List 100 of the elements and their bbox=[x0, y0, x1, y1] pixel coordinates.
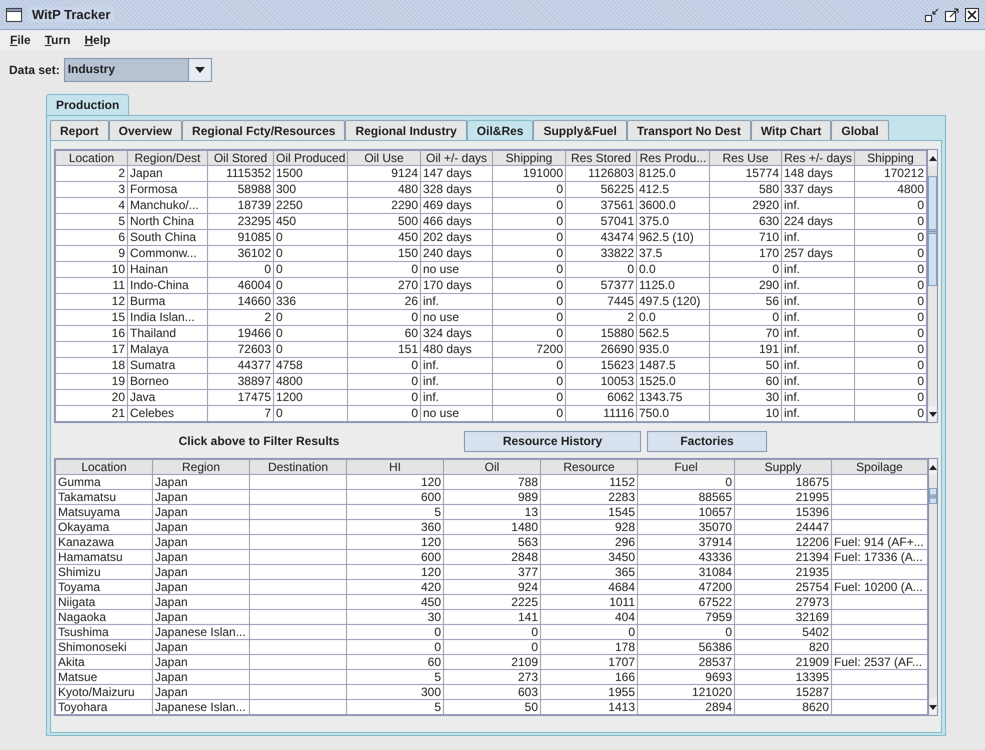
table-cell: 5 bbox=[346, 670, 444, 684]
table-cell: 1200 bbox=[274, 390, 348, 406]
table-cell: 0 bbox=[492, 198, 566, 214]
column-header[interactable]: Resource bbox=[540, 460, 638, 474]
menu-item[interactable]: Turn bbox=[44, 33, 70, 47]
table-cell: 0 bbox=[540, 624, 638, 640]
table-cell: 0 bbox=[492, 278, 566, 294]
column-header[interactable]: Shipping bbox=[854, 150, 926, 166]
column-header[interactable]: Res Use bbox=[710, 150, 782, 166]
table-cell: no use bbox=[420, 262, 492, 278]
tab[interactable]: Regional Fcty/Resources bbox=[182, 120, 346, 140]
column-header[interactable]: Oil Stored bbox=[208, 150, 274, 166]
table-cell: 170212 bbox=[854, 166, 926, 182]
table-cell: Japanese Islan... bbox=[152, 624, 250, 640]
column-header[interactable]: Res +/- days bbox=[782, 150, 854, 166]
column-header[interactable]: Region bbox=[152, 460, 250, 474]
table-cell: 30 bbox=[346, 610, 444, 624]
tab[interactable]: Overview bbox=[108, 120, 182, 140]
table-cell: 0 bbox=[854, 358, 926, 374]
table-cell: Borneo bbox=[128, 374, 208, 390]
dataset-dropdown[interactable]: Industry bbox=[64, 58, 212, 82]
menu-item[interactable]: Help bbox=[84, 33, 110, 47]
table-cell: 4800 bbox=[274, 374, 348, 390]
table-cell: Nagaoka bbox=[56, 610, 152, 624]
table-cell: 1126803 bbox=[566, 166, 636, 182]
table-cell: Japan bbox=[152, 580, 250, 594]
column-header[interactable]: Region/Dest bbox=[128, 150, 208, 166]
table-cell: 5 bbox=[346, 700, 444, 714]
table-cell: 120 bbox=[346, 564, 444, 580]
table-cell: 88565 bbox=[638, 490, 734, 504]
table-cell: 1500 bbox=[274, 166, 348, 182]
table-cell: 18 bbox=[56, 358, 128, 374]
table-cell: inf. bbox=[420, 294, 492, 310]
table-cell: Java bbox=[128, 390, 208, 406]
table-cell: 365 bbox=[540, 564, 638, 580]
column-header[interactable]: Fuel bbox=[638, 460, 734, 474]
minimize-icon[interactable] bbox=[925, 8, 939, 22]
column-header[interactable]: Destination bbox=[250, 460, 346, 474]
scroll-up-icon[interactable] bbox=[928, 156, 936, 160]
tab[interactable]: Oil&Res bbox=[466, 120, 534, 140]
table-cell: 928 bbox=[540, 520, 638, 534]
scroll-thumb[interactable] bbox=[929, 488, 937, 504]
table-cell: 404 bbox=[540, 610, 638, 624]
table-cell: 58988 bbox=[208, 182, 274, 198]
scroll-up-icon[interactable] bbox=[929, 464, 937, 470]
column-header[interactable]: Res Stored bbox=[566, 150, 636, 166]
table-cell: 0 bbox=[854, 342, 926, 358]
table-cell: 924 bbox=[444, 580, 540, 594]
table-cell: 4684 bbox=[540, 580, 638, 594]
column-header[interactable]: Oil bbox=[444, 460, 540, 474]
table-cell: 60 bbox=[346, 654, 444, 670]
table-cell: 257 days bbox=[782, 246, 854, 262]
table-cell: 0 bbox=[854, 294, 926, 310]
column-header[interactable]: HI bbox=[346, 460, 444, 474]
window-title: WitP Tracker bbox=[28, 7, 114, 22]
table-cell: 2920 bbox=[710, 198, 782, 214]
factories-button[interactable]: Factories bbox=[647, 430, 767, 452]
table-cell: 0 bbox=[274, 310, 348, 326]
resource-history-button[interactable]: Resource History bbox=[464, 430, 641, 452]
column-header[interactable]: Supply bbox=[734, 460, 832, 474]
tab[interactable]: Supply&Fuel bbox=[533, 120, 627, 140]
table-cell: Japan bbox=[152, 474, 250, 490]
table-cell: 469 days bbox=[420, 198, 492, 214]
tab[interactable]: Report bbox=[50, 120, 109, 140]
column-header[interactable]: Location bbox=[56, 460, 152, 474]
tab[interactable]: Global bbox=[831, 120, 889, 140]
table-cell: 1707 bbox=[540, 654, 638, 670]
column-header[interactable]: Oil Produced bbox=[274, 150, 348, 166]
column-header[interactable]: Oil +/- days bbox=[420, 150, 492, 166]
tab[interactable]: Transport No Dest bbox=[626, 120, 751, 140]
column-header[interactable]: Res Produ... bbox=[636, 150, 710, 166]
table-cell: 4800 bbox=[854, 182, 926, 198]
table-cell: Toyohara bbox=[56, 700, 152, 714]
column-header[interactable]: Location bbox=[56, 150, 128, 166]
tab[interactable]: Witp Chart bbox=[750, 120, 832, 140]
column-header[interactable]: Shipping bbox=[492, 150, 566, 166]
table-cell: Fuel: 17336 (A... bbox=[832, 550, 928, 564]
table-cell: 20 bbox=[56, 390, 128, 406]
table-cell: 56 bbox=[710, 294, 782, 310]
scroll-down-icon[interactable] bbox=[928, 412, 936, 416]
column-header[interactable]: Oil Use bbox=[348, 150, 420, 166]
table-cell: 21935 bbox=[734, 564, 832, 580]
table-cell: 562.5 bbox=[636, 326, 710, 342]
maximize-icon[interactable] bbox=[945, 8, 959, 22]
scroll-down-icon[interactable] bbox=[929, 704, 937, 710]
table-cell: 7 bbox=[208, 406, 274, 422]
table-cell: 191 bbox=[710, 342, 782, 358]
menu-item[interactable]: File bbox=[10, 33, 31, 47]
scrollbar[interactable] bbox=[928, 459, 937, 715]
scrollbar[interactable] bbox=[927, 150, 937, 422]
close-icon[interactable] bbox=[965, 8, 979, 22]
table-cell: 603 bbox=[444, 684, 540, 700]
column-header[interactable]: Spoilage bbox=[832, 460, 928, 474]
table-cell: 0 bbox=[638, 624, 734, 640]
table-cell: 38897 bbox=[208, 374, 274, 390]
tab[interactable]: Regional Industry bbox=[345, 120, 467, 140]
table-cell: 328 days bbox=[420, 182, 492, 198]
scroll-thumb[interactable] bbox=[928, 176, 937, 286]
table-cell: 0 bbox=[208, 262, 274, 278]
tab[interactable]: Production bbox=[46, 94, 130, 115]
